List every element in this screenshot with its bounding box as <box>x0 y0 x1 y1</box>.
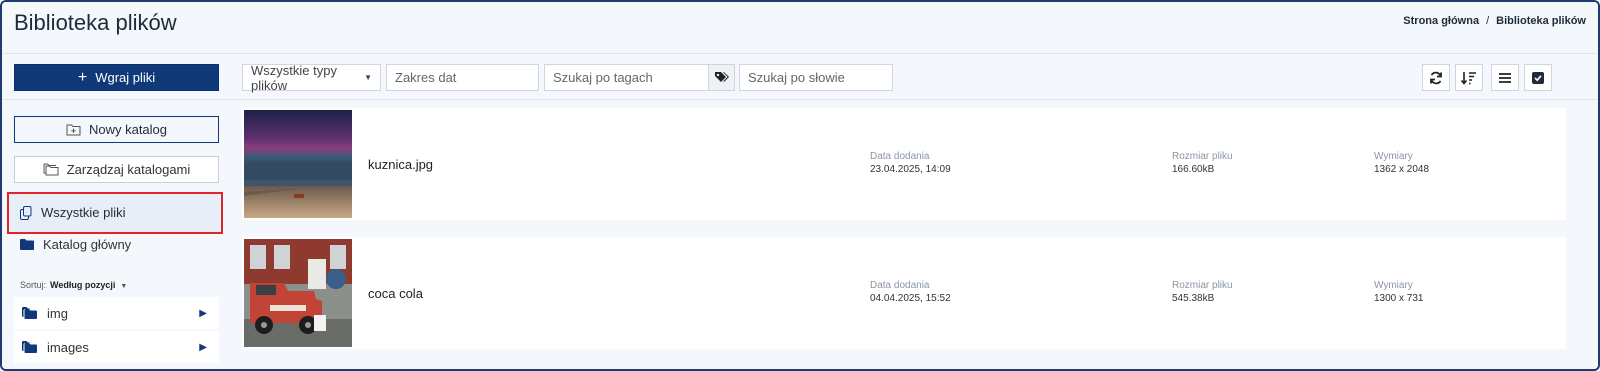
new-folder-button[interactable]: Nowy katalog <box>14 116 219 143</box>
file-row[interactable]: coca cola Data dodania 04.04.2025, 15:52… <box>242 237 1566 349</box>
select-all-button[interactable] <box>1524 64 1552 91</box>
file-dimensions-value: 1300 x 731 <box>1374 293 1424 304</box>
file-dimensions-value: 1362 x 2048 <box>1374 164 1430 175</box>
file-type-select-value: Wszystkie typy plików <box>251 62 337 93</box>
file-size-label: Rozmiar pliku <box>1172 151 1233 162</box>
file-thumbnail[interactable] <box>244 239 352 347</box>
tag-search-placeholder: Szukaj po tagach <box>553 70 653 85</box>
breadcrumb-current: Biblioteka plików <box>1496 15 1586 27</box>
word-search-input[interactable]: Szukaj po słowie <box>739 64 893 91</box>
file-size: Rozmiar pliku 166.60kB <box>1172 151 1233 175</box>
file-dimensions-label: Wymiary <box>1374 280 1413 291</box>
folder-plus-icon <box>66 123 81 136</box>
file-row[interactable]: kuznica.jpg Data dodania 23.04.2025, 14:… <box>242 108 1566 220</box>
file-date: Data dodania 23.04.2025, 14:09 <box>870 151 951 175</box>
sidebar-item-all-files[interactable]: Wszystkie pliki <box>20 205 126 220</box>
caret-down-icon: ▼ <box>120 283 128 290</box>
upload-files-button[interactable]: + Wgraj pliki <box>14 64 219 91</box>
file-date-value: 04.04.2025, 15:52 <box>870 293 951 304</box>
file-size-label: Rozmiar pliku <box>1172 280 1233 291</box>
file-name[interactable]: kuznica.jpg <box>368 157 433 172</box>
caret-right-icon[interactable]: ▶ <box>199 342 207 353</box>
manage-folders-label: Zarządzaj katalogami <box>66 162 191 177</box>
toolbar: + Wgraj pliki Wszystkie typy plików ▼ Za… <box>2 54 1598 100</box>
all-files-label: Wszystkie pliki <box>41 205 126 220</box>
sort-label: Sortuj: <box>20 280 47 290</box>
upload-files-label: Wgraj pliki <box>95 70 156 85</box>
tag-button[interactable] <box>708 64 735 91</box>
folders-icon <box>22 307 37 319</box>
copy-icon <box>20 205 32 220</box>
file-name[interactable]: coca cola <box>368 286 423 301</box>
folder-item[interactable]: images ▶ <box>14 331 219 363</box>
refresh-icon <box>1429 71 1443 85</box>
file-size: Rozmiar pliku 545.38kB <box>1172 280 1233 304</box>
file-thumbnail[interactable] <box>244 110 352 218</box>
word-search-placeholder: Szukaj po słowie <box>748 70 845 85</box>
caret-down-icon: ▼ <box>364 73 372 82</box>
select-all-icon <box>1531 71 1545 85</box>
page-header: Biblioteka plików Strona główna / Bibliote… <box>2 2 1598 54</box>
folder-label: images <box>47 339 89 355</box>
page-title: Biblioteka plików <box>14 10 177 35</box>
refresh-button[interactable] <box>1422 64 1450 91</box>
folder-item[interactable]: img ▶ <box>14 297 219 329</box>
folders-icon <box>43 163 59 176</box>
breadcrumb: Strona główna / Biblioteka plików <box>1403 15 1586 27</box>
file-size-value: 166.60kB <box>1172 164 1215 175</box>
root-folder-label: Katalog główny <box>43 237 132 252</box>
file-date-label: Data dodania <box>870 280 930 291</box>
plus-icon: + <box>77 68 88 86</box>
file-date: Data dodania 04.04.2025, 15:52 <box>870 280 951 304</box>
file-date-value: 23.04.2025, 14:09 <box>870 164 951 175</box>
tag-search-input[interactable]: Szukaj po tagach <box>544 64 709 91</box>
breadcrumb-separator: / <box>1486 15 1490 27</box>
folders-icon <box>22 341 37 353</box>
sort-icon <box>1461 71 1477 85</box>
caret-right-icon[interactable]: ▶ <box>199 308 207 319</box>
file-library-window: Biblioteka plików Strona główna / Bibliote… <box>0 0 1600 371</box>
new-folder-label: Nowy katalog <box>88 122 168 137</box>
sort-select[interactable]: Sortuj: Według pozycji ▼ <box>20 280 127 290</box>
breadcrumb-home-link[interactable]: Strona główna <box>1403 15 1479 27</box>
sidebar: Nowy katalog Zarządzaj katalogami Wszyst… <box>2 100 228 369</box>
sort-button[interactable] <box>1455 64 1483 91</box>
file-type-select[interactable]: Wszystkie typy plików ▼ <box>242 62 381 93</box>
date-range-input[interactable]: Zakres dat <box>386 64 539 91</box>
folder-label: img <box>47 305 68 321</box>
file-date-label: Data dodania <box>870 151 930 162</box>
file-dimensions: Wymiary 1300 x 731 <box>1374 280 1424 304</box>
list-view-button[interactable] <box>1491 64 1519 91</box>
manage-folders-button[interactable]: Zarządzaj katalogami <box>14 156 219 183</box>
file-list: kuznica.jpg Data dodania 23.04.2025, 14:… <box>228 100 1598 369</box>
tags-icon <box>714 71 730 85</box>
file-dimensions: Wymiary 1362 x 2048 <box>1374 151 1429 175</box>
file-dimensions-label: Wymiary <box>1374 151 1413 162</box>
folder-icon <box>20 239 34 250</box>
sidebar-item-root-folder[interactable]: Katalog główny <box>20 237 131 252</box>
file-size-value: 545.38kB <box>1172 293 1215 304</box>
date-range-placeholder: Zakres dat <box>395 70 457 85</box>
list-view-icon <box>1498 72 1512 84</box>
sort-value: Według pozycji <box>50 280 116 290</box>
